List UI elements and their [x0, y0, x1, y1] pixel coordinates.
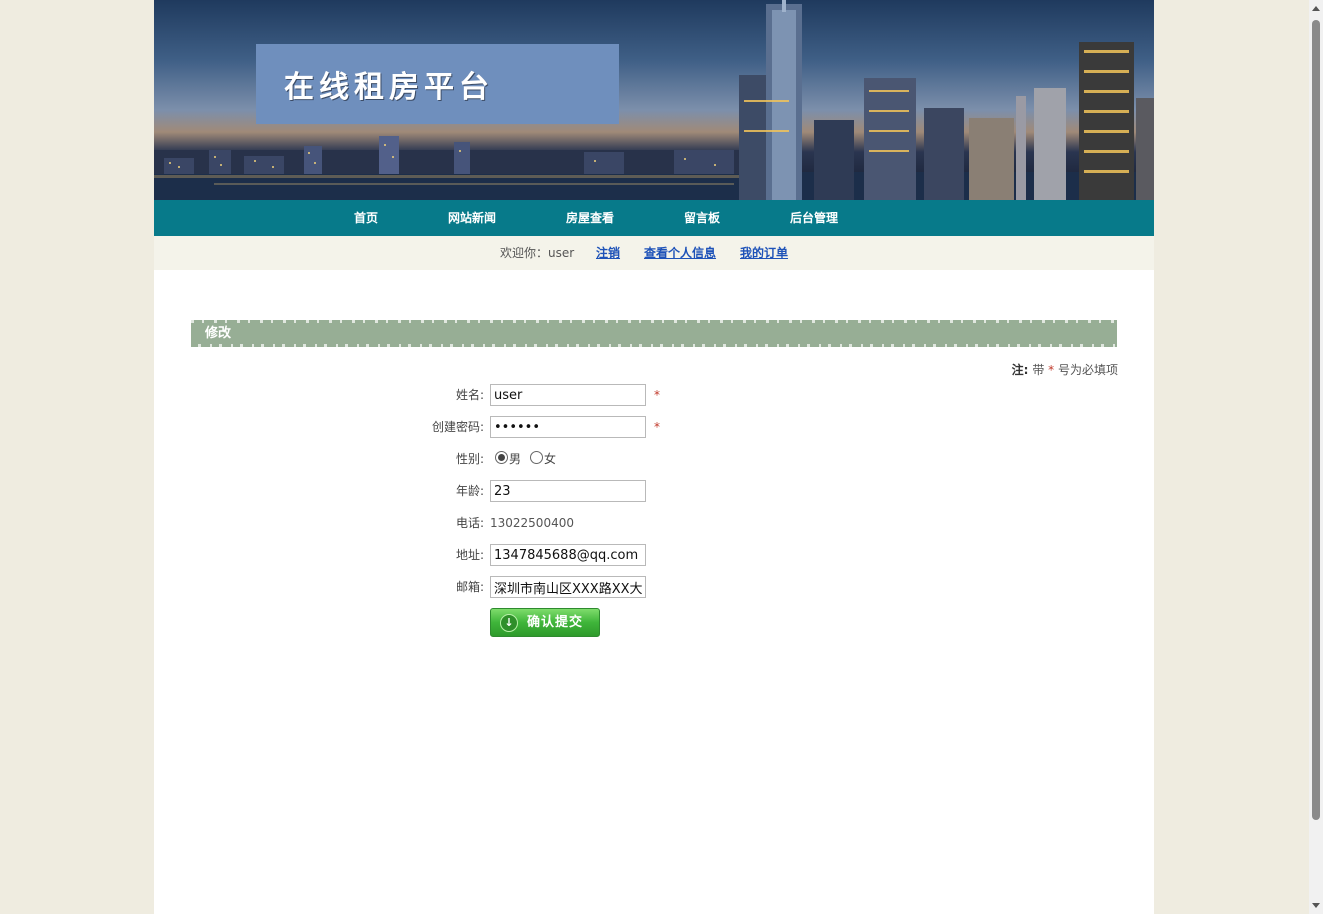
nav-item-news[interactable]: 网站新闻	[448, 200, 496, 236]
gender-option-male[interactable]: 男	[495, 447, 521, 471]
name-label: 姓名:	[455, 388, 484, 402]
gender-female-label: 女	[544, 452, 557, 466]
main-nav: 首页 网站新闻 房屋查看 留言板 后台管理	[154, 200, 1154, 236]
note-prefix: 带	[1032, 363, 1045, 377]
section-title: 修改	[205, 326, 232, 341]
name-input[interactable]	[490, 384, 646, 406]
nav-item-home[interactable]: 首页	[354, 200, 378, 236]
submit-button[interactable]: ↓ 确认提交	[490, 608, 600, 637]
logout-link[interactable]: 注销	[596, 236, 620, 270]
email-label: 邮箱:	[455, 580, 484, 594]
scrollbar-thumb[interactable]	[1312, 20, 1320, 820]
email-input[interactable]	[490, 576, 646, 598]
gender-label: 性别:	[455, 452, 484, 466]
gender-male-radio[interactable]	[495, 451, 508, 464]
note-suffix: 号为必填项	[1057, 363, 1118, 377]
address-input[interactable]	[490, 544, 646, 566]
address-label: 地址:	[455, 548, 484, 562]
form-row-name: 姓名: *	[154, 383, 1154, 407]
section-header: 修改	[191, 320, 1117, 347]
gender-female-radio[interactable]	[530, 451, 543, 464]
site-title-box: 在线租房平台	[256, 44, 619, 124]
banner: 在线租房平台	[154, 0, 1154, 200]
form-row-address: 地址:	[154, 543, 1154, 567]
gender-male-label: 男	[509, 452, 522, 466]
arrow-down-circle-icon: ↓	[500, 614, 518, 632]
age-input[interactable]	[490, 480, 646, 502]
username-text: user	[548, 246, 575, 260]
scroll-up-arrow-icon[interactable]	[1312, 6, 1320, 11]
nav-item-houses[interactable]: 房屋查看	[566, 200, 614, 236]
name-required-mark: *	[654, 388, 660, 402]
scroll-down-arrow-icon[interactable]	[1312, 903, 1320, 908]
submit-button-label: 确认提交	[527, 615, 584, 630]
nav-item-message-board[interactable]: 留言板	[684, 200, 720, 236]
required-note: 注: 带 * 号为必填项	[1012, 361, 1118, 378]
form-row-gender: 性别: 男 女	[154, 447, 1154, 471]
gender-option-female[interactable]: 女	[530, 447, 556, 471]
form-row-email: 邮箱:	[154, 575, 1154, 599]
form-row-phone: 电话: 13022500400	[154, 511, 1154, 535]
page-container: 在线租房平台 首页 网站新闻 房屋查看 留言板 后台管理 欢迎你： user 注…	[154, 0, 1154, 914]
phone-label: 电话:	[455, 516, 484, 530]
form-row-age: 年龄:	[154, 479, 1154, 503]
note-star: *	[1048, 363, 1055, 377]
page-scrollbar[interactable]	[1309, 0, 1323, 914]
password-input[interactable]	[490, 416, 646, 438]
profile-link[interactable]: 查看个人信息	[644, 236, 716, 270]
note-label: 注:	[1011, 363, 1029, 377]
user-bar: 欢迎你： user 注销 查看个人信息 我的订单	[154, 236, 1154, 270]
form-row-password: 创建密码: *	[154, 415, 1154, 439]
password-label: 创建密码:	[431, 420, 484, 434]
nav-item-admin[interactable]: 后台管理	[790, 200, 838, 236]
my-orders-link[interactable]: 我的订单	[740, 236, 788, 270]
welcome-text: 欢迎你：	[500, 246, 549, 260]
site-title: 在线租房平台	[284, 70, 494, 105]
age-label: 年龄:	[455, 484, 484, 498]
phone-value: 13022500400	[490, 516, 574, 530]
password-required-mark: *	[654, 420, 660, 434]
